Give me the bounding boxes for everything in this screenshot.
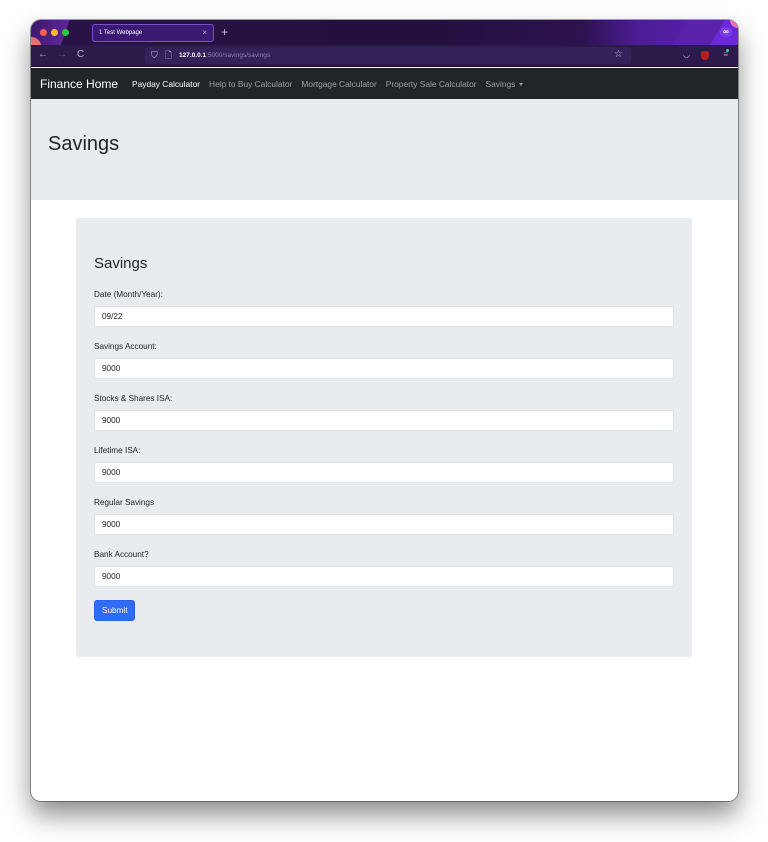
field-label: Lifetime ISA:	[94, 446, 141, 455]
page-title: Savings	[48, 133, 120, 155]
field-label: Bank Account?	[94, 550, 149, 559]
savings-account-input[interactable]: 9000	[94, 358, 674, 379]
bookmark-star-icon[interactable]: ☆	[614, 49, 623, 60]
shield-icon[interactable]: ⛉	[151, 50, 158, 61]
tab-close-icon[interactable]: ×	[202, 29, 207, 37]
form-title: Savings	[94, 255, 148, 272]
ublock-shield-icon[interactable]	[701, 51, 709, 60]
page-viewport: Finance Home Payday Calculator Help to B…	[31, 68, 738, 801]
pocket-icon[interactable]: ◡	[683, 50, 690, 60]
page-icon: 🗋	[164, 49, 173, 60]
field-stocks-shares-isa: Stocks & Shares ISA: 9000	[94, 394, 674, 431]
tab-title: 1 Test Webpage	[99, 30, 143, 36]
new-tab-button[interactable]: +	[221, 24, 228, 40]
forward-arrow-icon[interactable]: →	[57, 48, 67, 62]
field-label: Date (Month/Year):	[94, 290, 163, 299]
caret-down-icon	[519, 82, 524, 86]
field-label: Regular Savings	[94, 498, 155, 507]
browser-window: 1 Test Webpage × + ∞ ← → C ⛉ 🗋 127.0.0.1…	[31, 20, 738, 801]
browser-toolbar: ← → C ⛉ 🗋 127.0.0.1:5000/savings/savings…	[31, 45, 738, 67]
url-text[interactable]: 127.0.0.1:5000/savings/savings	[179, 52, 270, 59]
field-date: Date (Month/Year): 09/22	[94, 290, 674, 327]
field-label: Stocks & Shares ISA:	[94, 394, 173, 403]
back-arrow-icon[interactable]: ←	[38, 48, 48, 62]
nav-link-help-to-buy-calculator[interactable]: Help to Buy Calculator	[209, 79, 292, 89]
minimize-window-button[interactable]	[51, 29, 58, 36]
nav-dropdown-label: Savings	[485, 78, 516, 89]
field-savings-account: Savings Account: 9000	[94, 342, 674, 379]
bank-account-input[interactable]: 9000	[94, 566, 674, 587]
date-input[interactable]: 09/22	[94, 306, 674, 327]
url-host: 127.0.0.1	[179, 52, 207, 59]
regular-savings-input[interactable]: 9000	[94, 514, 674, 535]
tab-strip: 1 Test Webpage × + ∞	[31, 20, 738, 45]
field-regular-savings: Regular Savings 9000	[94, 498, 674, 535]
nav-link-payday-calculator[interactable]: Payday Calculator	[132, 79, 200, 89]
address-bar[interactable]: ⛉ 🗋 127.0.0.1:5000/savings/savings ☆	[145, 47, 631, 64]
field-lifetime-isa: Lifetime ISA: 9000	[94, 446, 674, 483]
field-label: Savings Account:	[94, 342, 157, 351]
nav-link-mortgage-calculator[interactable]: Mortgage Calculator	[301, 79, 376, 89]
savings-form: Savings Date (Month/Year): 09/22 Savings…	[76, 218, 692, 657]
reload-icon[interactable]: C	[77, 48, 84, 62]
top-navbar: Finance Home Payday Calculator Help to B…	[31, 68, 738, 99]
update-badge-icon	[726, 49, 729, 52]
url-path: :5000/savings/savings	[206, 52, 271, 59]
stocks-shares-isa-input[interactable]: 9000	[94, 410, 674, 431]
nav-dropdown-savings[interactable]: Savings	[486, 79, 524, 89]
submit-button[interactable]: Submit	[94, 600, 136, 621]
navbar-brand[interactable]: Finance Home	[40, 77, 118, 91]
close-window-button[interactable]	[40, 29, 47, 36]
lifetime-isa-input[interactable]: 9000	[94, 462, 674, 483]
field-bank-account: Bank Account? 9000	[94, 550, 674, 587]
browser-tab[interactable]: 1 Test Webpage ×	[92, 24, 214, 42]
maximize-window-button[interactable]	[62, 29, 69, 36]
nav-link-property-sale-calculator[interactable]: Property Sale Calculator	[386, 79, 477, 89]
page-header: Savings	[31, 99, 738, 200]
account-avatar-icon[interactable]: ∞	[720, 27, 732, 37]
